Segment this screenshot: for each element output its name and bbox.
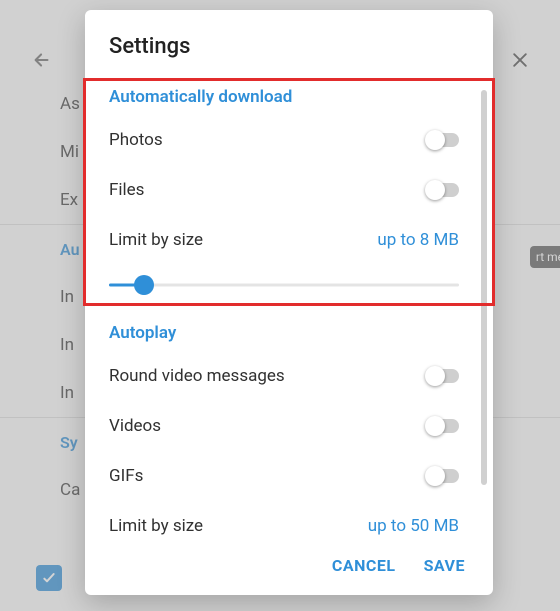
item-label: Videos: [109, 416, 161, 436]
item-label: Round video messages: [109, 366, 285, 386]
slider-download-limit[interactable]: [109, 275, 459, 295]
item-photos[interactable]: Photos: [109, 115, 459, 165]
toggle-photos[interactable]: [427, 133, 459, 147]
item-label: Limit by size: [109, 516, 203, 536]
limit-value: up to 50 MB: [368, 516, 459, 536]
item-round-video[interactable]: Round video messages: [109, 351, 459, 401]
dialog-actions: CANCEL SAVE: [85, 540, 493, 595]
item-label: GIFs: [109, 466, 143, 486]
settings-dialog: Settings Automatically download Photos F…: [85, 10, 493, 595]
cancel-button[interactable]: CANCEL: [332, 556, 396, 575]
item-label: Limit by size: [109, 230, 203, 250]
item-videos[interactable]: Videos: [109, 401, 459, 451]
item-files[interactable]: Files: [109, 165, 459, 215]
scrollbar[interactable]: [481, 90, 487, 485]
toggle-videos[interactable]: [427, 419, 459, 433]
save-button[interactable]: SAVE: [424, 556, 465, 575]
toggle-gifs[interactable]: [427, 469, 459, 483]
toggle-files[interactable]: [427, 183, 459, 197]
limit-value: up to 8 MB: [377, 230, 459, 250]
section-title-autoplay: Autoplay: [109, 309, 459, 351]
item-limit-autoplay: Limit by size up to 50 MB: [109, 501, 459, 540]
item-limit-download: Limit by size up to 8 MB: [109, 215, 459, 265]
item-label: Files: [109, 180, 144, 200]
dialog-title: Settings: [85, 10, 493, 73]
section-title-auto-download: Automatically download: [109, 73, 459, 115]
toggle-round-video[interactable]: [427, 369, 459, 383]
item-label: Photos: [109, 130, 163, 150]
dialog-content: Automatically download Photos Files Limi…: [85, 73, 493, 540]
item-gifs[interactable]: GIFs: [109, 451, 459, 501]
